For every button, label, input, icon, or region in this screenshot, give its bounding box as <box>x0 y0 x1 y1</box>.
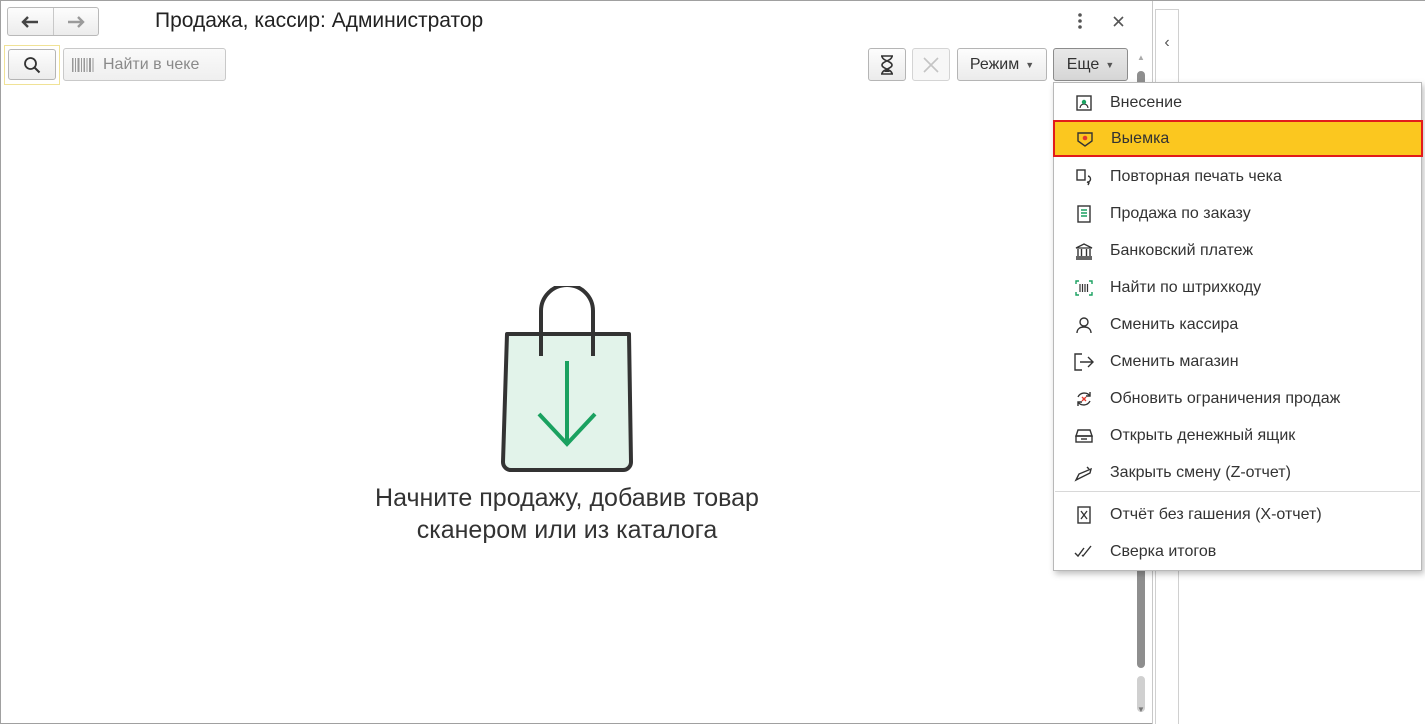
cancel-receipt-button[interactable] <box>912 48 950 81</box>
menu-item-label: Продажа по заказу <box>1110 204 1251 222</box>
hourglass-icon <box>881 54 893 75</box>
back-button[interactable] <box>8 8 54 35</box>
more-button[interactable]: Еще ▼ <box>1053 48 1128 81</box>
exit-arrow-icon <box>1074 352 1094 372</box>
menu-item-label: Выемка <box>1111 129 1170 147</box>
double-check-icon <box>1074 542 1094 562</box>
menu-item-label: Обновить ограничения продаж <box>1110 389 1341 407</box>
menu-item-label: Повторная печать чека <box>1110 167 1282 185</box>
menu-item-label: Закрыть смену (Z-отчет) <box>1110 463 1291 481</box>
menu-item-label: Внесение <box>1110 93 1182 111</box>
barcode-scan-icon <box>1074 278 1094 298</box>
arrow-right-icon <box>67 15 85 28</box>
defer-receipt-button[interactable] <box>868 48 906 81</box>
search-focus-frame <box>4 45 60 85</box>
order-document-icon <box>1074 204 1094 224</box>
menu-item-close-shift[interactable]: Закрыть смену (Z-отчет) <box>1054 454 1421 491</box>
find-in-receipt-field[interactable]: Найти в чеке <box>63 48 226 81</box>
menu-item-change-cashier[interactable]: Сменить кассира <box>1054 306 1421 343</box>
menu-item-reprint[interactable]: Повторная печать чека <box>1054 158 1421 195</box>
close-icon[interactable] <box>1108 10 1128 32</box>
more-label: Еще <box>1066 55 1100 73</box>
caret-down-icon: ▼ <box>1105 59 1115 70</box>
cash-in-icon <box>1074 93 1094 113</box>
find-in-receipt-label: Найти в чеке <box>103 55 200 73</box>
close-shift-icon <box>1074 463 1094 483</box>
menu-item-cash-out[interactable]: Выемка <box>1053 120 1423 157</box>
forward-button[interactable] <box>54 8 99 35</box>
search-button[interactable] <box>8 49 56 80</box>
sale-window: ‹ Продажа, кассир: Администратор Найти в… <box>0 0 1425 724</box>
empty-state-line-1: Начните продажу, добавив товар <box>375 484 759 512</box>
menu-item-cash-in[interactable]: Внесение <box>1054 84 1421 121</box>
mode-label: Режим <box>969 55 1020 73</box>
menu-item-label: Найти по штрихкоду <box>1110 278 1262 296</box>
menu-item-label: Сменить магазин <box>1110 352 1239 370</box>
mode-button[interactable]: Режим ▼ <box>957 48 1047 81</box>
scroll-down-arrow[interactable]: ▼ <box>1134 705 1148 714</box>
barcode-icon <box>72 57 94 72</box>
reprint-receipt-icon <box>1074 167 1094 187</box>
menu-item-reconcile-totals[interactable]: Сверка итогов <box>1054 533 1421 570</box>
more-menu-dropdown: Внесение Выемка Повторная печать чека Пр… <box>1053 82 1423 571</box>
empty-state-line-2: сканером или из каталога <box>416 516 718 544</box>
menu-item-sale-by-order[interactable]: Продажа по заказу <box>1054 195 1421 232</box>
menu-item-change-store[interactable]: Сменить магазин <box>1054 343 1421 380</box>
menu-item-label: Сменить кассира <box>1110 315 1239 333</box>
menu-item-bank-payment[interactable]: Банковский платеж <box>1054 232 1421 269</box>
x-report-icon <box>1074 505 1094 525</box>
menu-item-label: Отчёт без гашения (X-отчет) <box>1110 505 1322 523</box>
menu-item-label: Сверка итогов <box>1110 542 1217 560</box>
x-icon <box>923 56 939 73</box>
menu-item-label: Банковский платеж <box>1110 241 1254 259</box>
shopping-bag-download-icon <box>501 286 633 472</box>
empty-state-message: Начните продажу, добавив товар сканером … <box>317 482 817 546</box>
menu-item-open-cash-drawer[interactable]: Открыть денежный ящик <box>1054 417 1421 454</box>
scroll-up-arrow[interactable]: ▲ <box>1134 53 1148 62</box>
caret-down-icon: ▼ <box>1025 59 1035 70</box>
menu-item-x-report[interactable]: Отчёт без гашения (X-отчет) <box>1054 496 1421 533</box>
arrow-left-icon <box>21 15 39 28</box>
bank-icon <box>1074 241 1094 261</box>
more-vertical-icon[interactable] <box>1072 10 1088 32</box>
cash-drawer-icon <box>1074 426 1094 446</box>
menu-item-find-by-barcode[interactable]: Найти по штрихкоду <box>1054 269 1421 306</box>
menu-separator <box>1055 491 1420 492</box>
cash-out-icon <box>1075 129 1095 149</box>
chevron-left-icon[interactable]: ‹ <box>1156 34 1178 52</box>
navigation-buttons <box>7 7 99 36</box>
menu-item-update-restrictions[interactable]: Обновить ограничения продаж <box>1054 380 1421 417</box>
window-title: Продажа, кассир: Администратор <box>155 9 484 32</box>
refresh-restrictions-icon <box>1074 389 1094 409</box>
user-icon <box>1074 315 1094 335</box>
search-icon <box>24 56 41 73</box>
menu-item-label: Открыть денежный ящик <box>1110 426 1296 444</box>
